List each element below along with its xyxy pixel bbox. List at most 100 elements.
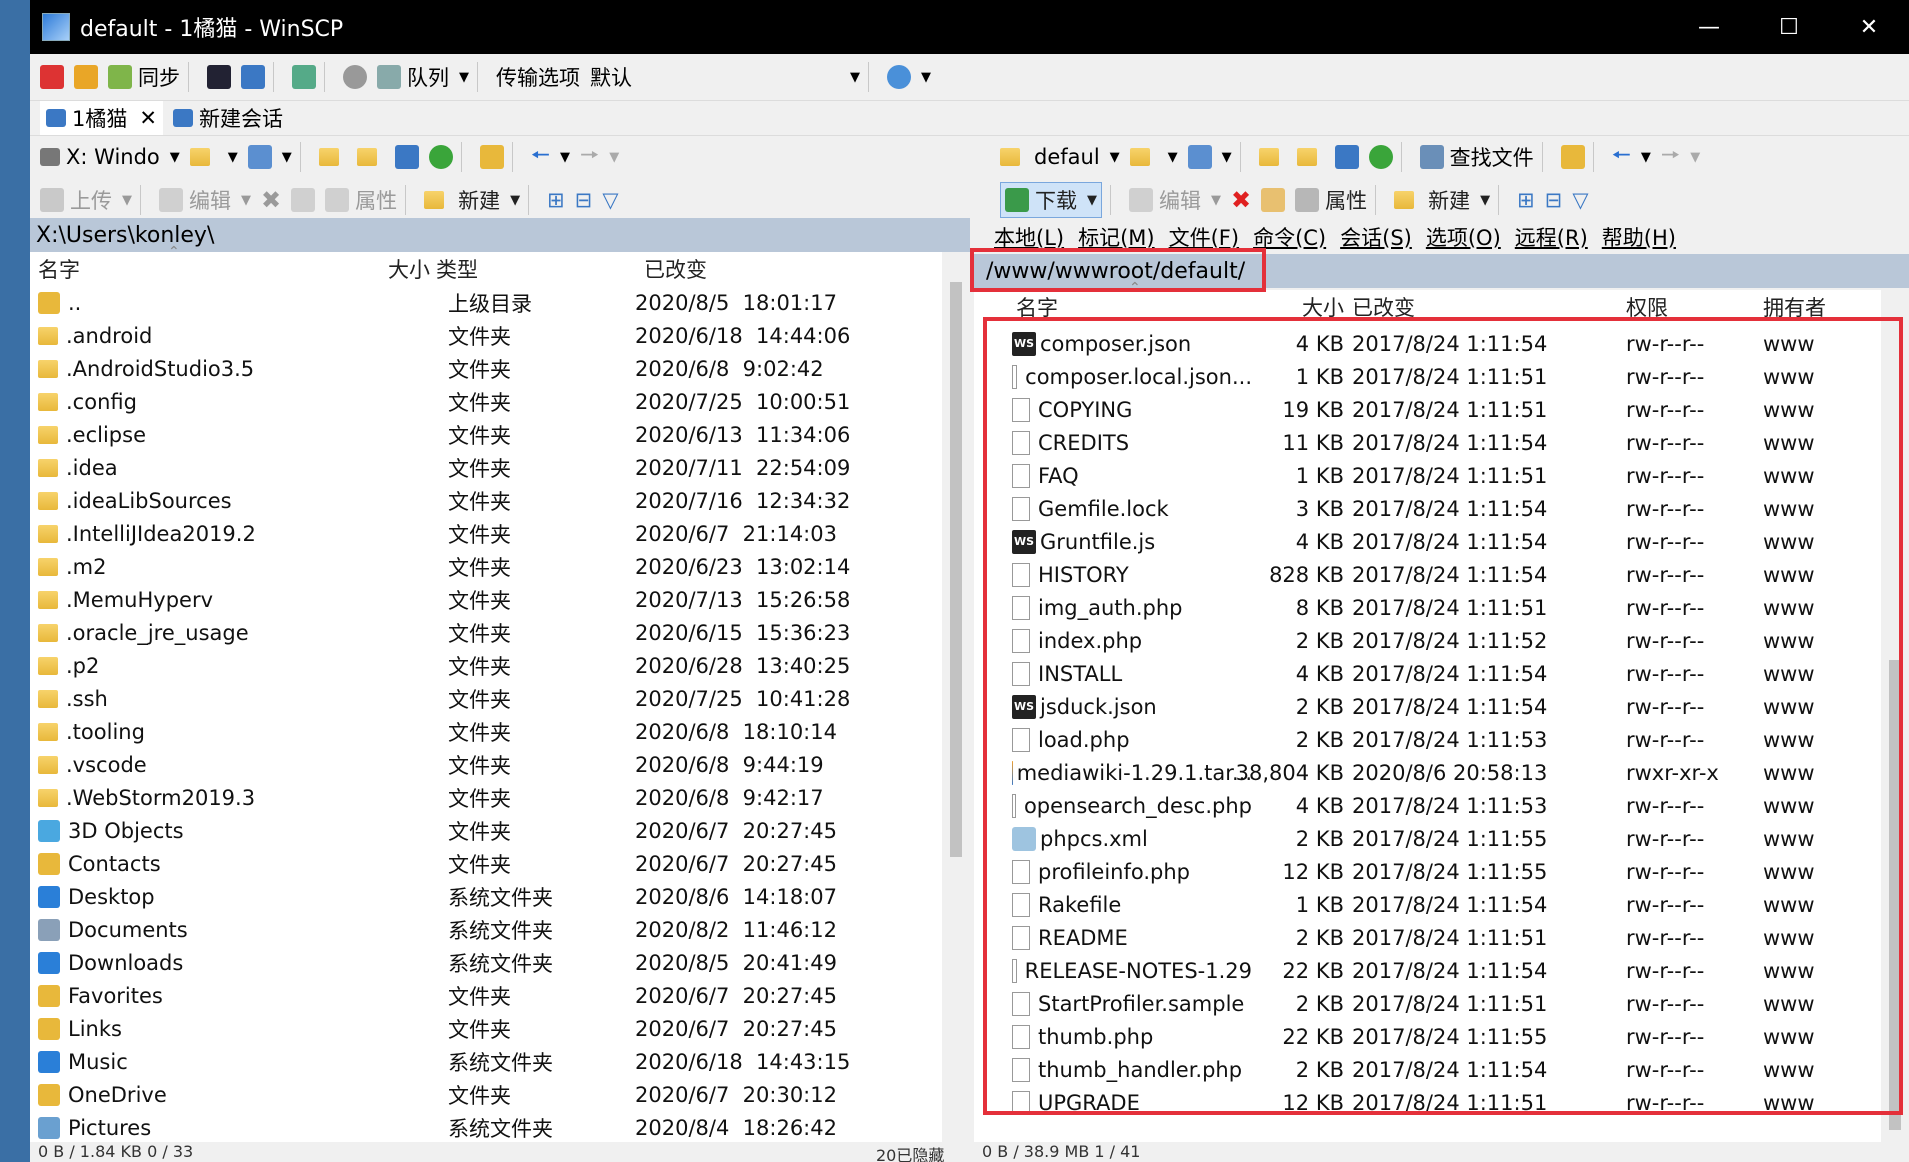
left-parent-dir-button[interactable]	[318, 148, 347, 166]
left-scrollbar[interactable]	[942, 252, 970, 1142]
left-file-row[interactable]: Music 系统文件夹 2020/6/18 14:43:15	[30, 1045, 935, 1078]
preferences-button[interactable]	[292, 65, 316, 89]
left-edit-button[interactable]: 编辑 ▼	[159, 185, 251, 215]
left-home-button[interactable]	[394, 145, 419, 169]
left-filter-select-button[interactable]: ▽	[602, 188, 618, 212]
chevron-down-icon: ▼	[850, 69, 860, 85]
left-file-row[interactable]: .MemuHyperv 文件夹 2020/7/13 15:26:58	[30, 583, 935, 616]
chevron-down-icon: ▼	[609, 149, 620, 165]
left-file-row[interactable]: Downloads 系统文件夹 2020/8/5 20:41:49	[30, 946, 935, 979]
left-file-row[interactable]: 3D Objects 文件夹 2020/6/7 20:27:45	[30, 814, 935, 847]
menu-options[interactable]: 选项(O)	[1426, 222, 1501, 252]
left-file-row[interactable]: .config 文件夹 2020/7/25 10:00:51	[30, 385, 935, 418]
menu-session[interactable]: 会话(S)	[1340, 222, 1412, 252]
console-icon	[207, 65, 231, 89]
left-file-row[interactable]: .ideaLibSources 文件夹 2020/7/16 12:34:32	[30, 484, 935, 517]
left-file-row[interactable]: Links 文件夹 2020/6/7 20:27:45	[30, 1012, 935, 1045]
left-type-cell: 文件夹	[448, 654, 511, 679]
right-parent-dir-button[interactable]	[1258, 148, 1287, 166]
left-name-cell: .MemuHyperv	[38, 583, 318, 616]
left-changed-cell: 2020/7/25 10:41:28	[635, 686, 851, 711]
left-status: 0 B / 1.84 KB 0 / 33	[38, 1142, 194, 1161]
left-open-folder-button[interactable]: ▼	[189, 148, 238, 166]
left-file-row[interactable]: .tooling 文件夹 2020/6/8 18:10:14	[30, 715, 935, 748]
left-file-row[interactable]: .p2 文件夹 2020/6/28 13:40:25	[30, 649, 935, 682]
left-file-row[interactable]: .. 上级目录 2020/8/5 18:01:17	[30, 286, 935, 319]
left-col-size[interactable]: 大小	[310, 254, 430, 284]
global-options-button[interactable]: ▼	[887, 65, 931, 89]
chevron-down-icon[interactable]: ▼	[1087, 193, 1097, 208]
left-filter-button[interactable]: ▼	[247, 145, 292, 169]
maximize-button[interactable]: ☐	[1749, 0, 1829, 54]
left-file-row[interactable]: .android 文件夹 2020/6/18 14:44:06	[30, 319, 935, 352]
left-file-row[interactable]: .AndroidStudio3.5 文件夹 2020/6/8 9:02:42	[30, 352, 935, 385]
left-file-row[interactable]: .WebStorm2019.3 文件夹 2020/6/8 9:42:17	[30, 781, 935, 814]
left-file-row[interactable]: Pictures 系统文件夹 2020/8/4 18:26:42	[30, 1111, 935, 1144]
right-forward-button[interactable]: 🠖 ▼	[1661, 138, 1700, 176]
left-file-row[interactable]: Favorites 文件夹 2020/6/7 20:27:45	[30, 979, 935, 1012]
menu-help[interactable]: 帮助(H)	[1602, 222, 1676, 252]
left-file-row[interactable]: .vscode 文件夹 2020/6/8 9:44:19	[30, 748, 935, 781]
left-file-row[interactable]: .ssh 文件夹 2020/7/25 10:41:28	[30, 682, 935, 715]
compare-directories-button[interactable]	[40, 65, 64, 89]
left-properties-button[interactable]: 属性	[325, 185, 397, 215]
upload-button[interactable]: 上传 ▼	[40, 185, 132, 215]
left-file-row[interactable]: .oracle_jre_usage 文件夹 2020/6/15 15:36:23	[30, 616, 935, 649]
left-unselect-button[interactable]: ⊟	[575, 188, 593, 212]
left-refresh-button[interactable]	[428, 145, 453, 169]
find-files-button[interactable]: 查找文件	[1419, 142, 1534, 172]
close-icon[interactable]: ✕	[139, 106, 157, 130]
left-back-button[interactable]: 🠔 ▼	[531, 138, 570, 176]
synchronize-browsing-button[interactable]	[74, 65, 98, 89]
right-filter-select-button[interactable]: ▽	[1572, 188, 1588, 212]
left-file-row[interactable]: .idea 文件夹 2020/7/11 22:54:09	[30, 451, 935, 484]
left-rename-button[interactable]	[291, 188, 316, 212]
left-col-name[interactable]: 名字	[38, 254, 80, 284]
menu-remote[interactable]: 远程(R)	[1515, 222, 1588, 252]
right-back-button[interactable]: 🠔 ▼	[1612, 138, 1651, 176]
right-new-button[interactable]: 新建 ▼	[1394, 185, 1490, 215]
queue-button[interactable]: 队列 ▼	[377, 62, 469, 92]
sync-button[interactable]: 同步	[108, 62, 180, 92]
left-delete-button[interactable]: ✖	[261, 186, 281, 214]
right-root-dir-button[interactable]	[1296, 148, 1325, 166]
right-home-button[interactable]	[1334, 145, 1359, 169]
right-unselect-button[interactable]: ⊟	[1545, 188, 1563, 212]
left-drive-select[interactable]: X: Windo ▼	[40, 145, 180, 169]
left-file-row[interactable]: .m2 文件夹 2020/6/23 13:02:14	[30, 550, 935, 583]
download-button[interactable]: 下载 ▼	[1000, 182, 1102, 218]
right-drive-select[interactable]: defaul ▼	[1000, 145, 1120, 169]
tab-new-session[interactable]: 新建会话	[172, 103, 283, 133]
right-rename-button[interactable]	[1261, 188, 1286, 212]
right-open-folder-button[interactable]: ▼	[1129, 148, 1178, 166]
tab-session[interactable]: 1橘猫 ✕	[40, 101, 163, 135]
left-root-dir-button[interactable]	[356, 148, 385, 166]
left-file-row[interactable]: OneDrive 文件夹 2020/6/7 20:30:12	[30, 1078, 935, 1111]
close-button[interactable]: ✕	[1829, 0, 1909, 54]
left-forward-button[interactable]: 🠖 ▼	[580, 138, 619, 176]
right-refresh-button[interactable]	[1368, 145, 1393, 169]
left-file-name: .ideaLibSources	[66, 488, 232, 513]
left-new-button[interactable]: 新建 ▼	[424, 185, 520, 215]
left-file-row[interactable]: .IntelliJIdea2019.2 文件夹 2020/6/7 21:14:03	[30, 517, 935, 550]
right-filter-button[interactable]: ▼	[1187, 145, 1232, 169]
left-col-type[interactable]: 类型	[436, 254, 478, 284]
left-select-all-button[interactable]: ⊞	[547, 188, 565, 212]
left-file-row[interactable]: Documents 系统文件夹 2020/8/2 11:46:12	[30, 913, 935, 946]
left-file-row[interactable]: Contacts 文件夹 2020/6/7 20:27:45	[30, 847, 935, 880]
transfer-options-select[interactable]: 默认 ▼	[590, 62, 860, 92]
right-properties-button[interactable]: 属性	[1295, 185, 1367, 215]
right-select-all-button[interactable]: ⊞	[1517, 188, 1535, 212]
console-button[interactable]	[207, 65, 231, 89]
left-col-changed[interactable]: 已改变	[644, 254, 707, 284]
left-file-row[interactable]: Desktop 系统文件夹 2020/8/6 14:18:07	[30, 880, 935, 913]
left-scrollbar-thumb[interactable]	[950, 282, 962, 857]
right-edit-button[interactable]: 编辑 ▼	[1129, 185, 1221, 215]
right-delete-button[interactable]: ✖	[1231, 186, 1251, 214]
right-tree-button[interactable]	[1560, 145, 1585, 169]
settings-button[interactable]	[343, 65, 367, 89]
putty-button[interactable]	[241, 65, 265, 89]
minimize-button[interactable]: —	[1669, 0, 1749, 54]
left-file-row[interactable]: .eclipse 文件夹 2020/6/13 11:34:06	[30, 418, 935, 451]
left-tree-button[interactable]	[479, 145, 504, 169]
